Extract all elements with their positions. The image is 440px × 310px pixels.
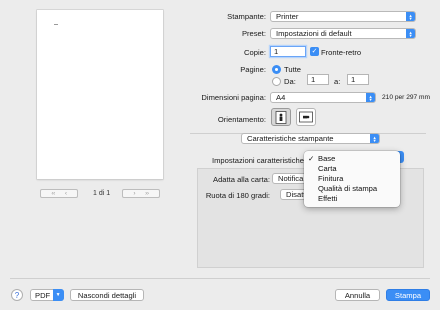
pdf-label: PDF	[35, 291, 51, 300]
feature-set-menu: ✓ Base Carta Finitura Qualità di stampa …	[304, 151, 400, 207]
next-page-button[interactable]: › ››	[122, 189, 160, 198]
help-button[interactable]: ?	[11, 289, 23, 301]
landscape-button[interactable]	[296, 108, 316, 126]
pages-label: Pagine:	[240, 65, 266, 74]
double-chevron-left-icon: ‹‹	[51, 190, 55, 197]
printer-popup[interactable]: Printer ▲ ▼	[270, 11, 416, 22]
duplex-checkbox[interactable]: ✓	[310, 47, 319, 56]
section-popup[interactable]: Caratteristiche stampante ▲ ▼	[241, 133, 380, 144]
pages-to-field[interactable]: 1	[347, 74, 369, 85]
menu-item-base[interactable]: Base	[318, 154, 335, 163]
menu-item-finishing[interactable]: Finitura	[318, 174, 343, 183]
rotate-180-label: Ruota di 180 gradi:	[205, 191, 270, 200]
menu-item-paper[interactable]: Carta	[318, 164, 337, 173]
pages-from-label: Da:	[284, 77, 296, 86]
page-size-dimensions: 210 per 297 mm	[382, 94, 431, 101]
pdf-menu-button[interactable]: PDF ▼	[30, 289, 64, 302]
fit-to-paper-label: Adatta alla carta:	[213, 175, 270, 184]
printer-label: Stampante:	[227, 12, 266, 21]
menu-item-effects[interactable]: Effetti	[318, 194, 337, 203]
preview-content-mark	[54, 24, 58, 26]
popup-stepper-icon: ▲ ▼	[369, 134, 379, 143]
page-size-value: A4	[276, 93, 286, 102]
double-chevron-right-icon: ››	[145, 190, 149, 197]
hide-details-button[interactable]: Nascondi dettagli	[70, 289, 144, 301]
popup-stepper-icon: ▲ ▼	[365, 93, 375, 102]
pages-to-label: a:	[334, 77, 341, 86]
fit-to-paper-popup[interactable]: Notifica	[272, 173, 308, 184]
pages-all-label: Tutte	[284, 65, 302, 74]
first-page-button[interactable]: ‹‹ ‹	[40, 189, 78, 198]
copies-field[interactable]: 1	[270, 46, 306, 57]
feature-settings-label: Impostazioni caratteristiche	[211, 156, 304, 165]
preset-popup[interactable]: Impostazioni di default ▲ ▼	[270, 28, 416, 39]
chevron-left-icon: ‹	[64, 190, 67, 197]
footer-divider	[10, 278, 430, 279]
copies-label: Copie:	[244, 48, 266, 57]
preset-label: Preset:	[241, 29, 266, 38]
section-popup-value: Caratteristiche stampante	[247, 134, 334, 143]
landscape-icon	[299, 111, 313, 123]
menu-item-print-quality[interactable]: Qualità di stampa	[318, 184, 377, 193]
print-button[interactable]: Stampa	[386, 289, 430, 301]
cancel-button[interactable]: Annulla	[335, 289, 380, 301]
printer-value: Printer	[276, 12, 299, 21]
pages-range-radio[interactable]	[272, 77, 281, 86]
page-size-label: Dimensioni pagina:	[201, 93, 266, 102]
portrait-icon	[275, 110, 287, 124]
print-preview-page	[37, 10, 163, 179]
popup-stepper-icon: ▲ ▼	[405, 29, 415, 38]
portrait-button[interactable]	[271, 108, 291, 126]
pages-all-radio[interactable]	[272, 65, 281, 74]
preset-value: Impostazioni di default	[276, 29, 352, 38]
pages-from-field[interactable]: 1	[307, 74, 329, 85]
orientation-label: Orientamento:	[217, 115, 266, 124]
page-counter: 1 di 1	[93, 190, 111, 197]
page-size-popup[interactable]: A4 ▲ ▼	[270, 92, 376, 103]
chevron-right-icon: ›	[133, 190, 136, 197]
checkmark-icon: ✓	[308, 154, 315, 163]
popup-stepper-icon: ▲ ▼	[405, 12, 415, 21]
duplex-label: Fronte-retro	[321, 48, 362, 57]
chevron-down-icon: ▼	[52, 289, 64, 302]
